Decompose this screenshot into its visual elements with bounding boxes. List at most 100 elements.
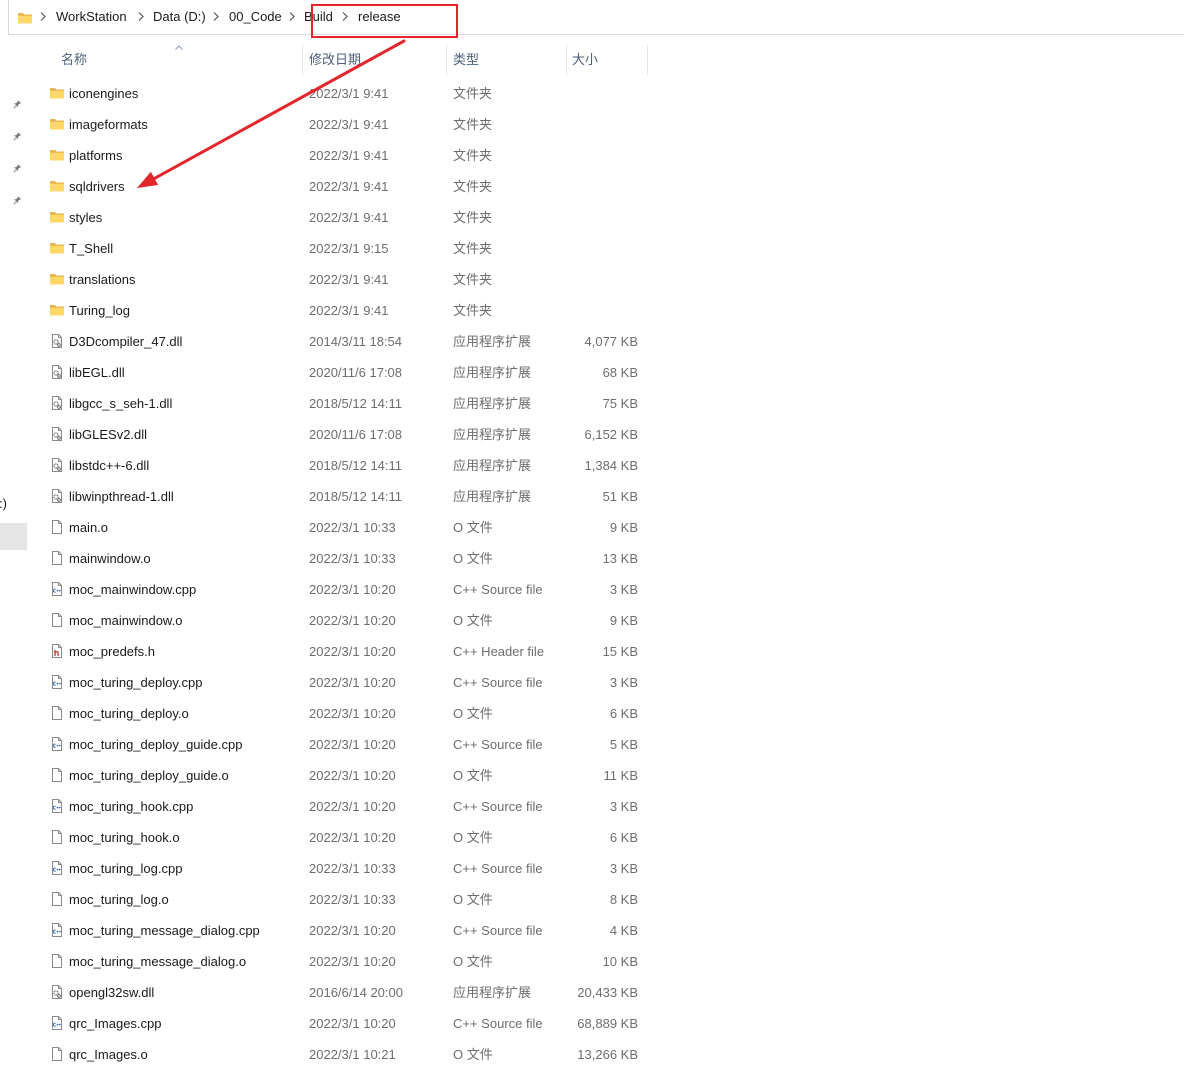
file-type: C++ Source file [453,582,543,597]
file-row[interactable]: qrc_Images.cpp 2022/3/1 10:20 C++ Source f… [45,1008,647,1039]
pin-icon [12,196,22,206]
nav-item-label[interactable]: :) [0,496,7,512]
breadcrumb-00-code[interactable]: 00_Code [229,0,282,34]
file-row[interactable]: D3Dcompiler_47.dll 2014/3/11 18:54 应用程序扩展 4… [45,326,647,357]
file-name[interactable]: moc_predefs.h [69,636,155,667]
file-name[interactable]: libEGL.dll [69,357,125,388]
file-name[interactable]: mainwindow.o [69,543,151,574]
file-row[interactable]: moc_turing_deploy.cpp 2022/3/1 10:20 C++ S… [45,667,647,698]
column-header-modified[interactable]: 修改日期 [303,45,446,75]
breadcrumb-data-drive[interactable]: Data (D:) [153,0,206,34]
file-row[interactable]: moc_turing_hook.o 2022/3/1 10:20 O 文件 6 KB [45,822,647,853]
file-name[interactable]: opengl32sw.dll [69,977,154,1008]
file-row[interactable]: moc_mainwindow.o 2022/3/1 10:20 O 文件 9 KB [45,605,647,636]
file-row[interactable]: moc_predefs.h 2022/3/1 10:20 C++ Header fi… [45,636,647,667]
file-size: 6 KB [609,830,638,845]
file-row[interactable]: libGLESv2.dll 2020/11/6 17:08 应用程序扩展 6,152 … [45,419,647,450]
file-name[interactable]: libwinpthread-1.dll [69,481,174,512]
file-name[interactable]: moc_turing_log.cpp [69,853,182,884]
file-row[interactable]: moc_turing_deploy_guide.o 2022/3/1 10:20 O… [45,760,647,791]
file-row[interactable]: moc_turing_log.o 2022/3/1 10:33 O 文件 8 KB [45,884,647,915]
file-name[interactable]: moc_turing_message_dialog.o [69,946,246,977]
file-name[interactable]: iconengines [69,78,138,109]
chevron-right-icon[interactable] [138,12,144,21]
column-header-size[interactable]: 大小 [567,45,647,75]
chevron-right-icon[interactable] [289,12,295,21]
file-name[interactable]: moc_turing_hook.cpp [69,791,193,822]
file-row[interactable]: mainwindow.o 2022/3/1 10:33 O 文件 13 KB [45,543,647,574]
file-name[interactable]: translations [69,264,135,295]
file-name[interactable]: Turing_log [69,295,130,326]
file-row[interactable]: styles 2022/3/1 9:41 文件夹 [45,202,647,233]
file-row[interactable]: libgcc_s_seh-1.dll 2018/5/12 14:11 应用程序扩展 7… [45,388,647,419]
file-name[interactable]: moc_turing_deploy_guide.cpp [69,729,242,760]
file-name[interactable]: styles [69,202,102,233]
file-name[interactable]: T_Shell [69,233,113,264]
file-row[interactable]: iconengines 2022/3/1 9:41 文件夹 [45,78,647,109]
column-header-type[interactable]: 类型 [447,45,566,75]
file-row[interactable]: translations 2022/3/1 9:41 文件夹 [45,264,647,295]
file-modified-date: 2022/3/1 10:33 [309,892,396,907]
file-type: 应用程序扩展 [453,489,532,504]
file-size: 9 KB [609,613,638,628]
file-name[interactable]: imageformats [69,109,148,140]
file-type: C++ Source file [453,675,543,690]
file-row[interactable]: libstdc++-6.dll 2018/5/12 14:11 应用程序扩展 1,38… [45,450,647,481]
file-row[interactable]: qrc_Images.o 2022/3/1 10:21 O 文件 13,266 KB [45,1039,647,1070]
file-type: C++ Header file [453,644,545,659]
file-name[interactable]: libGLESv2.dll [69,419,147,450]
file-row[interactable]: moc_mainwindow.cpp 2022/3/1 10:20 C++ Sour… [45,574,647,605]
file-row[interactable]: opengl32sw.dll 2016/6/14 20:00 应用程序扩展 20,43… [45,977,647,1008]
nav-item-selected[interactable] [0,523,27,550]
file-row[interactable]: moc_turing_message_dialog.o 2022/3/1 10:2… [45,946,647,977]
dll-file-icon [49,426,65,442]
file-name[interactable]: libgcc_s_seh-1.dll [69,388,172,419]
file-row[interactable]: main.o 2022/3/1 10:33 O 文件 9 KB [45,512,647,543]
file-name[interactable]: qrc_Images.o [69,1039,148,1070]
dll-file-icon [49,333,65,349]
file-row[interactable]: imageformats 2022/3/1 9:41 文件夹 [45,109,647,140]
pinned-items [12,100,22,228]
file-name[interactable]: moc_turing_deploy.o [69,698,189,729]
file-row[interactable]: libwinpthread-1.dll 2018/5/12 14:11 应用程序扩展… [45,481,647,512]
file-name[interactable]: moc_turing_log.o [69,884,169,915]
chevron-right-icon[interactable] [40,12,46,21]
file-row[interactable]: sqldrivers 2022/3/1 9:41 文件夹 [45,171,647,202]
address-bar[interactable]: WorkStation Data (D:) 00_Code Build rele… [8,0,1184,35]
file-row[interactable]: moc_turing_log.cpp 2022/3/1 10:33 C++ Sour… [45,853,647,884]
file-modified-date: 2014/3/11 18:54 [309,334,403,349]
file-size: 15 KB [602,644,638,659]
file-row[interactable]: libEGL.dll 2020/11/6 17:08 应用程序扩展 68 KB [45,357,647,388]
file-modified-date: 2022/3/1 10:20 [309,582,396,597]
file-row[interactable]: moc_turing_deploy_guide.cpp 2022/3/1 10:2… [45,729,647,760]
file-row[interactable]: moc_turing_message_dialog.cpp 2022/3/1 10… [45,915,647,946]
file-name[interactable]: moc_turing_hook.o [69,822,180,853]
file-row[interactable]: moc_turing_deploy.o 2022/3/1 10:20 O 文件 6 K… [45,698,647,729]
file-row[interactable]: platforms 2022/3/1 9:41 文件夹 [45,140,647,171]
file-type: 文件夹 [453,117,493,132]
file-name[interactable]: moc_turing_deploy.cpp [69,667,202,698]
column-divider[interactable] [647,45,648,75]
file-modified-date: 2022/3/1 10:20 [309,644,396,659]
file-modified-date: 2022/3/1 10:20 [309,737,396,752]
file-modified-date: 2022/3/1 10:21 [309,1047,396,1062]
chevron-right-icon[interactable] [213,12,219,21]
file-type: O 文件 [453,520,493,535]
blank-file-icon [49,767,65,783]
file-name[interactable]: main.o [69,512,108,543]
file-name[interactable]: moc_mainwindow.o [69,605,182,636]
file-name[interactable]: qrc_Images.cpp [69,1008,162,1039]
file-name[interactable]: moc_turing_message_dialog.cpp [69,915,260,946]
file-row[interactable]: Turing_log 2022/3/1 9:41 文件夹 [45,295,647,326]
file-type: 应用程序扩展 [453,365,532,380]
file-name[interactable]: sqldrivers [69,171,125,202]
file-name[interactable]: libstdc++-6.dll [69,450,149,481]
file-row[interactable]: T_Shell 2022/3/1 9:15 文件夹 [45,233,647,264]
file-name[interactable]: platforms [69,140,122,171]
file-type: 应用程序扩展 [453,985,532,1000]
file-name[interactable]: moc_mainwindow.cpp [69,574,196,605]
file-name[interactable]: moc_turing_deploy_guide.o [69,760,229,791]
breadcrumb-workstation[interactable]: WorkStation [56,0,127,34]
file-row[interactable]: moc_turing_hook.cpp 2022/3/1 10:20 C++ Sou… [45,791,647,822]
file-name[interactable]: D3Dcompiler_47.dll [69,326,182,357]
